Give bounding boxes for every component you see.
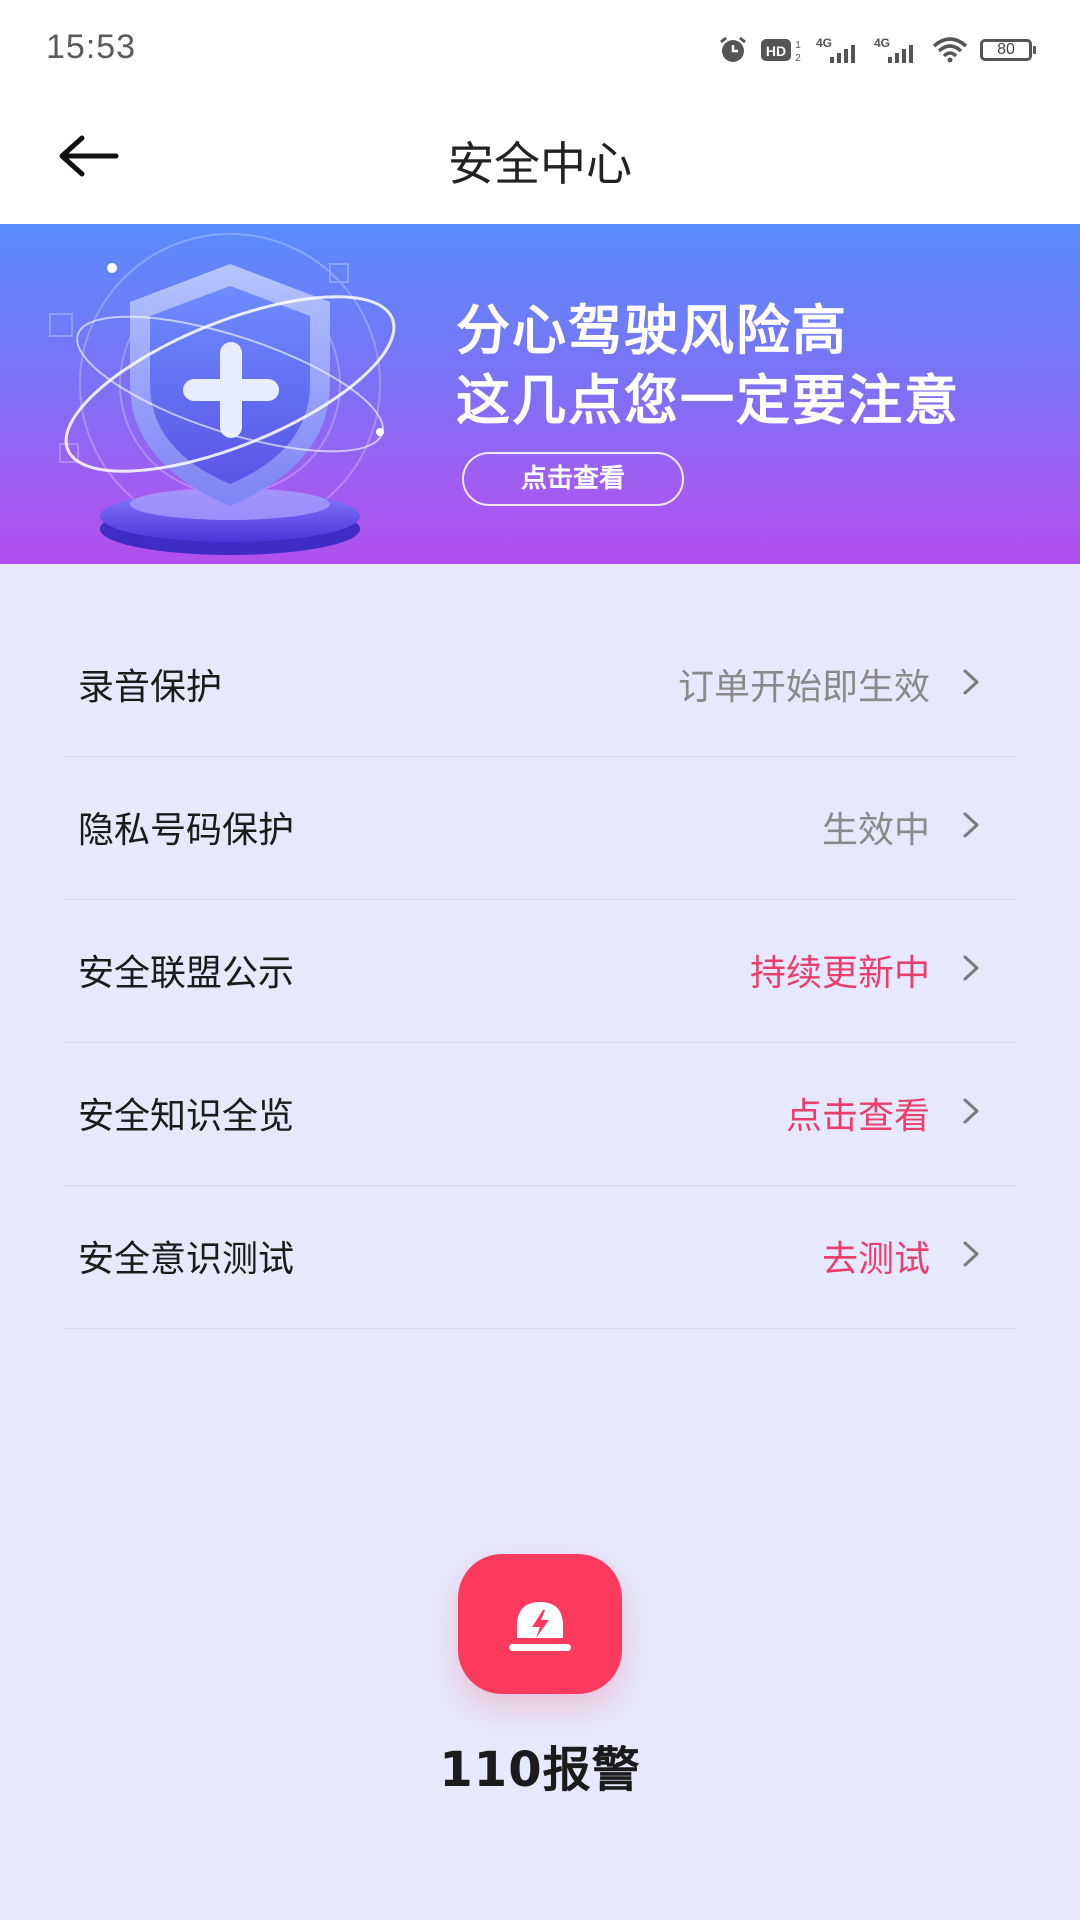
menu-item-status: 去测试 (821, 1239, 930, 1280)
svg-text:4G: 4G (816, 36, 832, 50)
banner-headline: 分心驾驶风险高 (456, 299, 848, 362)
menu-item-safety-test[interactable]: 安全意识测试 去测试 (64, 1186, 1018, 1329)
menu-item-label: 隐私号码保护 (78, 810, 295, 851)
status-bar: 15:53 HD 1 2 4G 4G 80 (0, 0, 1080, 100)
menu-item-label: 安全知识全览 (78, 1096, 295, 1137)
chevron-right-icon (963, 1098, 979, 1124)
signal-4g-icon: 4G (874, 35, 920, 65)
safety-menu: 录音保护 订单开始即生效 隐私号码保护 生效中 安全联盟公示 持续更新中 安全知… (64, 614, 1018, 1329)
menu-item-status: 订单开始即生效 (677, 667, 930, 708)
menu-item-status: 持续更新中 (749, 953, 930, 994)
menu-item-label: 录音保护 (78, 667, 223, 708)
banner-subheadline: 这几点您一定要注意 (456, 369, 960, 432)
menu-item-label: 安全意识测试 (78, 1239, 295, 1280)
alarm-icon (718, 35, 748, 65)
menu-item-private-number[interactable]: 隐私号码保护 生效中 (64, 757, 1018, 900)
svg-text:4G: 4G (874, 36, 890, 50)
svg-text:2: 2 (795, 53, 801, 64)
battery-icon: 80 (980, 39, 1036, 61)
shield-plus-icon (49, 233, 396, 555)
chevron-right-icon (963, 955, 979, 981)
chevron-right-icon (963, 1241, 979, 1267)
promo-banner[interactable]: 分心驾驶风险高 这几点您一定要注意 点击查看 (0, 224, 1080, 564)
page-title: 安全中心 (448, 137, 632, 191)
hd-icon: HD 1 2 (760, 36, 804, 64)
alarm-siren-icon (509, 1602, 571, 1651)
emergency-alarm-label: 110报警 (439, 1742, 641, 1798)
svg-text:1: 1 (795, 40, 801, 51)
status-time: 15:53 (46, 28, 137, 66)
menu-item-status: 点击查看 (785, 1096, 930, 1137)
menu-item-safety-knowledge[interactable]: 安全知识全览 点击查看 (64, 1043, 1018, 1186)
battery-level: 80 (980, 39, 1036, 61)
menu-item-status: 生效中 (821, 810, 930, 851)
chevron-right-icon (963, 812, 979, 838)
status-icons: HD 1 2 4G 4G 80 (706, 26, 1036, 74)
chevron-right-icon (963, 669, 979, 695)
menu-item-label: 安全联盟公示 (78, 953, 295, 994)
svg-text:HD: HD (766, 43, 786, 59)
emergency-alarm-button[interactable] (458, 1554, 622, 1694)
menu-item-recording-protection[interactable]: 录音保护 订单开始即生效 (64, 614, 1018, 757)
signal-4g-icon: 4G (816, 35, 862, 65)
header: 安全中心 (0, 100, 1080, 224)
menu-item-safety-alliance[interactable]: 安全联盟公示 持续更新中 (64, 900, 1018, 1043)
banner-view-button[interactable]: 点击查看 (462, 452, 684, 506)
wifi-icon (932, 35, 968, 65)
